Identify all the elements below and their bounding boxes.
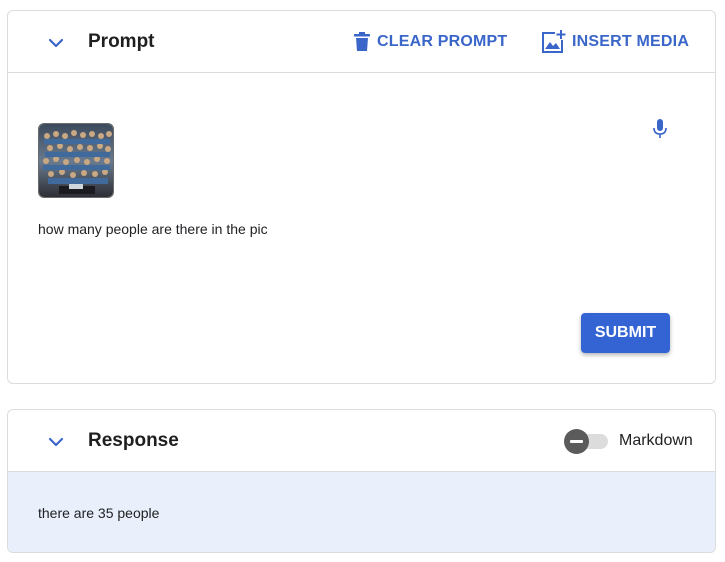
prompt-body: how many people are there in the pic SUB… <box>8 73 715 383</box>
chevron-down-icon[interactable] <box>46 432 66 452</box>
response-title: Response <box>88 430 179 451</box>
microphone-icon[interactable] <box>652 118 668 140</box>
response-body: there are 35 people <box>8 472 715 552</box>
prompt-card: Prompt CLEAR PROMPT INSERT MEDIA how man… <box>7 10 716 384</box>
add-photo-icon <box>542 30 566 53</box>
response-card: Response Markdown there are 35 people <box>7 409 716 553</box>
clear-prompt-button[interactable]: CLEAR PROMPT <box>353 29 507 55</box>
insert-media-label: INSERT MEDIA <box>572 33 690 50</box>
prompt-title: Prompt <box>88 31 155 52</box>
response-header: Response Markdown <box>8 410 715 472</box>
clear-prompt-label: CLEAR PROMPT <box>377 33 508 50</box>
prompt-header: Prompt CLEAR PROMPT INSERT MEDIA <box>8 11 715 73</box>
markdown-toggle[interactable] <box>564 429 612 455</box>
submit-button[interactable]: SUBMIT <box>581 313 670 353</box>
group-photo-image <box>39 124 113 197</box>
insert-media-button[interactable]: INSERT MEDIA <box>540 29 689 55</box>
trash-icon <box>354 32 370 51</box>
toggle-knob <box>564 429 589 454</box>
attached-image-thumbnail[interactable] <box>38 123 114 198</box>
response-text: there are 35 people <box>38 505 160 521</box>
chevron-down-icon[interactable] <box>46 33 66 53</box>
markdown-label: Markdown <box>619 432 693 449</box>
prompt-text-input[interactable]: how many people are there in the pic <box>38 220 268 238</box>
